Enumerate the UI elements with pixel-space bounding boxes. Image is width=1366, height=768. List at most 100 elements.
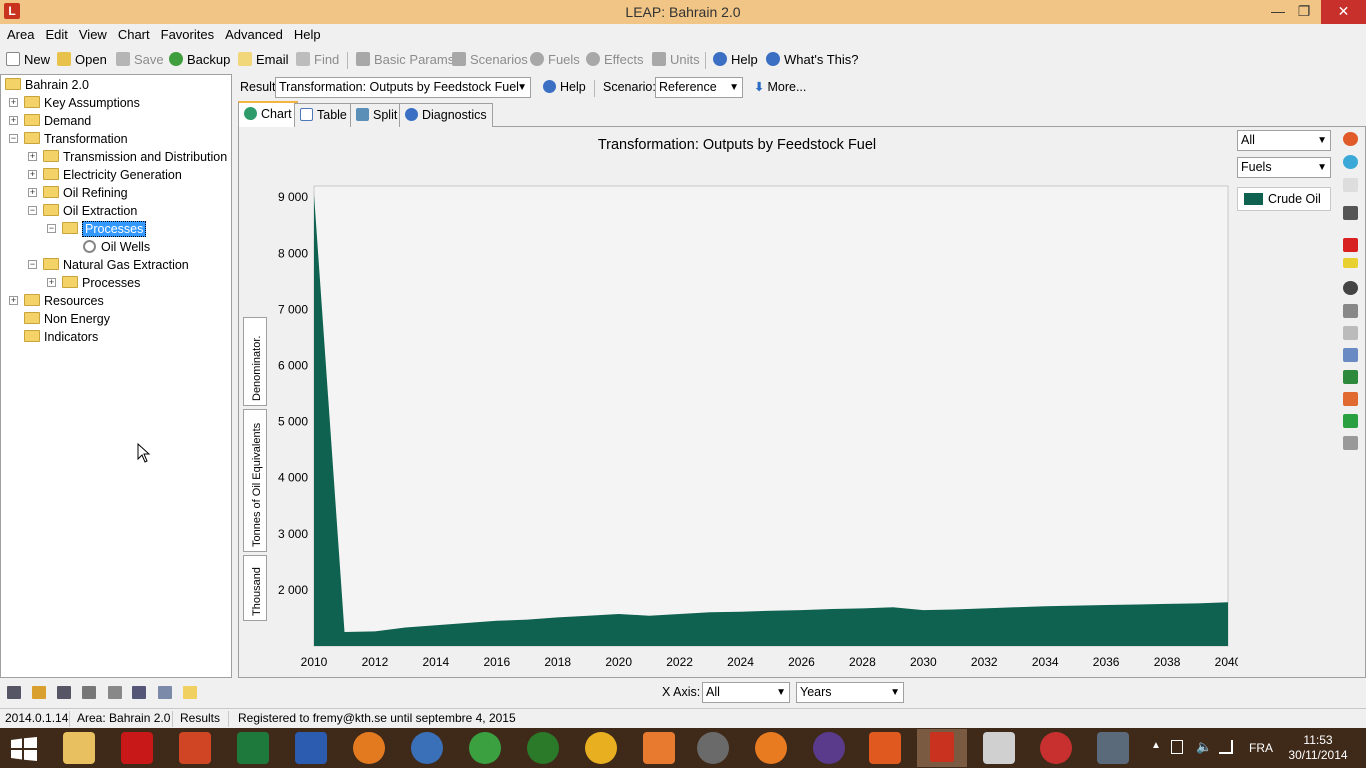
menu-view[interactable]: View <box>75 24 111 46</box>
app-running-icon[interactable] <box>1097 732 1129 764</box>
save-button[interactable]: Save <box>116 48 164 72</box>
camera-icon[interactable] <box>1343 304 1358 318</box>
scenarios-button[interactable]: Scenarios <box>452 48 528 72</box>
restore-button[interactable]: ❐ <box>1289 0 1319 24</box>
diagram-view-icon[interactable] <box>57 686 71 699</box>
menu-area[interactable]: Area <box>3 24 38 46</box>
blender-icon[interactable] <box>755 732 787 764</box>
menu-edit[interactable]: Edit <box>41 24 71 46</box>
globe-app-icon[interactable] <box>527 732 559 764</box>
3d-icon[interactable] <box>1343 178 1358 192</box>
tools-icon[interactable] <box>1343 436 1358 450</box>
chart-area[interactable]: Transformation: Outputs by Feedstock Fue… <box>238 126 1238 678</box>
x-axis-unit-select[interactable]: Years ▼ <box>796 682 904 703</box>
result-help-button[interactable]: Help <box>543 80 586 94</box>
tree-node-oil-wells[interactable]: Oil Wells <box>83 238 150 256</box>
volume-icon[interactable]: 🔈 <box>1196 739 1212 755</box>
denominator-button[interactable]: Denominator. <box>243 317 267 406</box>
file-explorer-icon[interactable] <box>63 732 95 764</box>
expand-icon[interactable]: + <box>9 98 18 107</box>
new-button[interactable]: New <box>6 48 50 72</box>
tab-table[interactable]: Table <box>294 103 353 127</box>
tray-expand-icon[interactable]: ▲ <box>1151 740 1161 751</box>
effects-button[interactable]: Effects <box>586 48 644 72</box>
powerpoint-icon[interactable] <box>1343 392 1358 406</box>
fuels-button[interactable]: Fuels <box>530 48 580 72</box>
chart-type-icon[interactable] <box>1343 132 1358 146</box>
legend-filter-select[interactable]: All ▼ <box>1237 130 1331 151</box>
tree-node-transformation[interactable]: Transformation <box>24 130 128 148</box>
grid-icon[interactable] <box>1343 238 1358 252</box>
basic-params-button[interactable]: Basic Params <box>356 48 454 72</box>
menu-favorites[interactable]: Favorites <box>157 24 218 46</box>
tree-node-processes[interactable]: Processes <box>62 274 140 292</box>
email-button[interactable]: Email <box>238 48 289 72</box>
matlab-icon[interactable] <box>869 732 901 764</box>
tree-node-root[interactable]: Bahrain 2.0 <box>5 76 89 94</box>
backup-button[interactable]: Backup <box>169 48 230 72</box>
utorrent-icon[interactable] <box>469 732 501 764</box>
open-button[interactable]: Open <box>57 48 107 72</box>
results-view-icon[interactable] <box>32 686 46 699</box>
word-icon[interactable] <box>295 732 327 764</box>
excel-icon[interactable] <box>237 732 269 764</box>
excel-icon[interactable] <box>1343 370 1358 384</box>
save-chart-icon[interactable] <box>1343 414 1358 428</box>
tab-split[interactable]: Split <box>350 103 404 127</box>
tree-node-processes-selected[interactable]: Processes <box>62 220 147 238</box>
gimp-icon[interactable] <box>697 732 729 764</box>
summaries-icon[interactable] <box>108 686 122 699</box>
scenario-select[interactable]: Reference ▼ <box>655 77 743 98</box>
energy-balance-icon[interactable] <box>82 686 96 699</box>
area-tree[interactable]: Bahrain 2.0 + Key Assumptions + Demand −… <box>0 74 232 678</box>
expand-icon[interactable]: + <box>28 152 37 161</box>
language-indicator[interactable]: FRA <box>1249 741 1273 755</box>
legend-group-select[interactable]: Fuels ▼ <box>1237 157 1331 178</box>
expand-icon[interactable]: + <box>28 170 37 179</box>
overviews-icon[interactable] <box>132 686 146 699</box>
text-icon[interactable] <box>1343 281 1358 295</box>
aimp-icon[interactable] <box>585 732 617 764</box>
expand-icon[interactable]: + <box>47 278 56 287</box>
acrobat-icon[interactable] <box>121 732 153 764</box>
ees-icon[interactable] <box>983 732 1015 764</box>
colors-icon[interactable] <box>1343 155 1358 169</box>
expand-icon[interactable]: + <box>9 116 18 125</box>
notes-icon[interactable] <box>183 686 197 699</box>
tree-node-oil-extraction[interactable]: Oil Extraction <box>43 202 137 220</box>
copy-icon[interactable] <box>1343 348 1358 362</box>
expand-icon[interactable]: + <box>28 188 37 197</box>
tree-node-non-energy[interactable]: Non Energy <box>24 310 110 328</box>
collapse-icon[interactable]: − <box>28 260 37 269</box>
powerpoint-icon[interactable] <box>179 732 211 764</box>
tree-node-oil-refining[interactable]: Oil Refining <box>43 184 128 202</box>
eclipse-icon[interactable] <box>813 732 845 764</box>
expand-icon[interactable]: + <box>9 296 18 305</box>
tree-node-demand[interactable]: Demand <box>24 112 91 130</box>
network-icon[interactable] <box>1219 740 1233 754</box>
find-button[interactable]: Find <box>296 48 339 72</box>
dev-cpp-icon[interactable] <box>1040 732 1072 764</box>
firefox-icon[interactable] <box>353 732 385 764</box>
tree-node-resources[interactable]: Resources <box>24 292 104 310</box>
number-format-icon[interactable] <box>1343 258 1358 268</box>
tab-chart[interactable]: Chart <box>238 101 298 127</box>
collapse-icon[interactable]: − <box>47 224 56 233</box>
tree-node-indicators[interactable]: Indicators <box>24 328 98 346</box>
scale-button[interactable]: Thousand <box>243 555 267 621</box>
tree-node-electricity-generation[interactable]: Electricity Generation <box>43 166 182 184</box>
help-button[interactable]: Help <box>713 48 758 72</box>
menu-advanced[interactable]: Advanced <box>221 24 287 46</box>
analysis-view-icon[interactable] <box>7 686 21 699</box>
technology-database-icon[interactable] <box>158 686 172 699</box>
app-icon[interactable] <box>643 732 675 764</box>
x-axis-filter-select[interactable]: All ▼ <box>702 682 790 703</box>
menu-help[interactable]: Help <box>290 24 325 46</box>
thunderbird-icon[interactable] <box>411 732 443 764</box>
leap-taskbar-button[interactable] <box>917 729 967 767</box>
tree-node-transmission-distribution[interactable]: Transmission and Distribution <box>43 148 227 166</box>
collapse-icon[interactable]: − <box>9 134 18 143</box>
tab-diagnostics[interactable]: Diagnostics <box>399 103 493 127</box>
result-select[interactable]: Transformation: Outputs by Feedstock Fue… <box>275 77 531 98</box>
more-button[interactable]: ⬇ More... <box>754 79 806 94</box>
